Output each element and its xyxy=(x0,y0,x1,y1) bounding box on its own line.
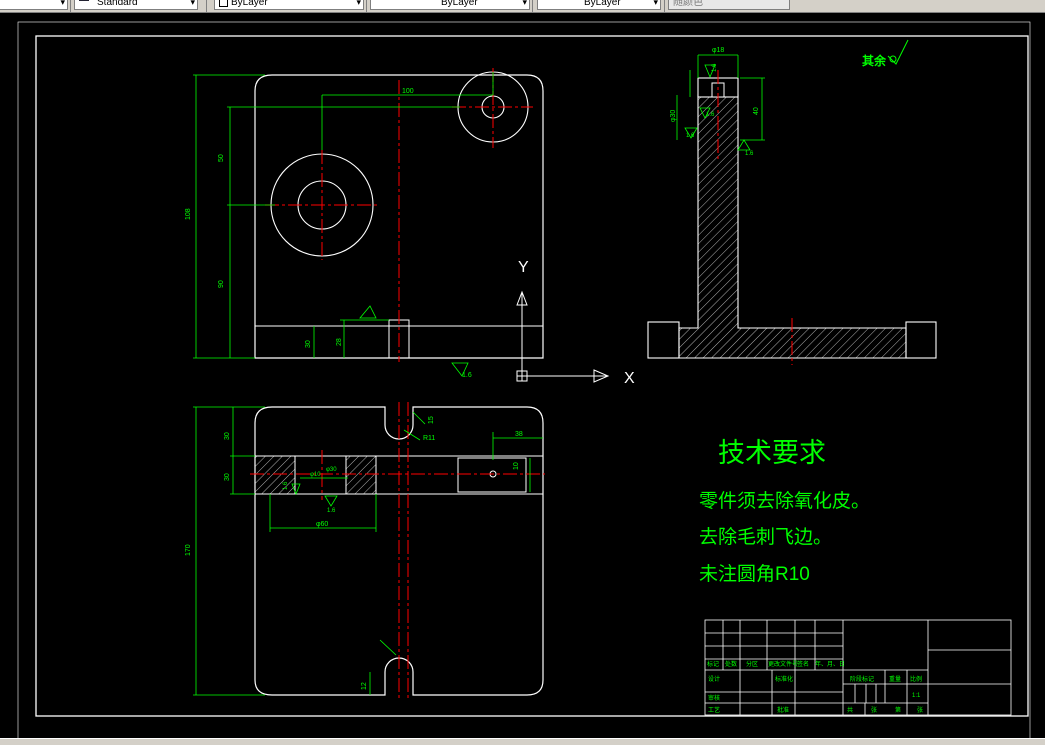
tech-line-3: 未注圆角R10 xyxy=(699,563,810,585)
chevron-down-icon: ▾ xyxy=(522,0,527,7)
dim-phi30: φ30 xyxy=(670,110,677,122)
chevron-down-icon: ▾ xyxy=(190,0,195,7)
lineweight-select[interactable]: ByLayer ▾ xyxy=(537,0,661,10)
dim-170: 170 xyxy=(185,544,192,556)
lineweight-value: ByLayer xyxy=(584,0,621,8)
chevron-down-icon: ▾ xyxy=(60,0,65,7)
dim-90: 90 xyxy=(218,280,225,288)
plot-style-value: 随颜色 xyxy=(673,0,703,8)
dim-12: 12 xyxy=(361,682,368,690)
layer-color-select[interactable]: ByLayer ▾ xyxy=(214,0,364,10)
roughness-side-2: 1.6 xyxy=(706,112,715,118)
tb-page-unit: 张 xyxy=(917,706,923,714)
dim-50: 50 xyxy=(218,154,225,162)
color-swatch-icon xyxy=(219,0,228,7)
tb-scale: 比例 xyxy=(910,675,922,683)
chevron-down-icon: ▾ xyxy=(356,0,361,7)
dim-40: 40 xyxy=(753,107,760,115)
tb-weight: 重量 xyxy=(889,675,901,683)
toolbar-separator xyxy=(366,0,367,12)
drawing-canvas[interactable]: 108 100 50 90 30 28 1.6 Y X φ18 40 φ30 1… xyxy=(0,13,1045,740)
toolbar-separator xyxy=(664,0,665,12)
dim-28: 28 xyxy=(336,338,343,346)
dim-phi18: φ18 xyxy=(712,47,724,54)
tb-sign: 签名 xyxy=(797,660,809,668)
roughness-side-3: 1.6 xyxy=(745,151,754,157)
tb-standard: 标准化 xyxy=(775,675,793,683)
axis-y-label: Y xyxy=(518,259,529,276)
dim-10: 10 xyxy=(513,462,520,470)
text-style-icon xyxy=(79,0,89,1)
plot-style-select[interactable]: 随颜色 xyxy=(668,0,790,10)
dim-phi10: φ10 xyxy=(310,472,321,478)
tb-process: 工艺 xyxy=(708,706,720,714)
roughness-top-1: 1.6 xyxy=(283,481,289,490)
tb-count: 处数 xyxy=(725,660,737,668)
tb-total: 共 xyxy=(847,706,853,714)
tb-page: 第 xyxy=(895,706,901,714)
toolbar-separator xyxy=(532,0,533,12)
layer-color-value: ByLayer xyxy=(231,0,268,8)
tb-date: 年、月、日 xyxy=(815,660,845,668)
roughness-front: 1.6 xyxy=(462,372,472,379)
text-style-value: Standard xyxy=(97,0,138,8)
tb-stage-mark: 阶段标记 xyxy=(850,675,874,683)
top-section-right xyxy=(345,455,377,495)
tb-review: 审核 xyxy=(708,694,720,702)
tb-scale-value: 1:1 xyxy=(912,693,921,699)
toolbar-separator xyxy=(206,0,207,12)
linetype-select[interactable]: ByLayer ▾ xyxy=(370,0,530,10)
dim-15: 15 xyxy=(428,416,435,424)
properties-toolbar: ▾ Standard ▾ ByLayer ▾ ByLayer ▾ ByLayer… xyxy=(0,0,1045,13)
tb-zone: 分区 xyxy=(746,660,758,668)
dim-phi60: φ60 xyxy=(316,521,328,528)
top-section-left xyxy=(254,455,296,495)
tb-approve: 批准 xyxy=(777,706,789,714)
dim-108: 108 xyxy=(185,208,192,220)
tech-title: 技术要求 xyxy=(718,438,826,468)
text-style-dropdown[interactable]: ▾ xyxy=(0,0,68,10)
axis-x-label: X xyxy=(624,370,635,387)
toolbar-separator xyxy=(70,0,71,12)
tech-line-2: 去除毛刺飞边。 xyxy=(699,526,832,548)
linetype-value: ByLayer xyxy=(441,0,478,8)
tech-line-1: 零件须去除氧化皮。 xyxy=(699,490,870,512)
roughness-note: 其余 xyxy=(862,53,887,68)
dim-r11: R11 xyxy=(423,435,435,442)
roughness-side-4: 1.6 xyxy=(686,133,695,139)
dim-30-a: 30 xyxy=(224,432,231,440)
tb-docno: 更改文件号 xyxy=(768,660,798,668)
roughness-side-1: 1.6 xyxy=(712,63,718,72)
roughness-top-2: 1.6 xyxy=(327,508,336,514)
tb-design: 设计 xyxy=(708,675,720,683)
dim-30: 30 xyxy=(305,340,312,348)
tb-sheet: 张 xyxy=(871,706,877,714)
dim-phi30-top: φ30 xyxy=(326,467,337,473)
text-style-select[interactable]: Standard ▾ xyxy=(74,0,198,10)
dim-30-b: 30 xyxy=(224,473,231,481)
dim-38: 38 xyxy=(515,431,523,438)
tb-marks: 标记 xyxy=(707,660,719,668)
dim-100: 100 xyxy=(402,88,414,95)
chevron-down-icon: ▾ xyxy=(653,0,658,7)
